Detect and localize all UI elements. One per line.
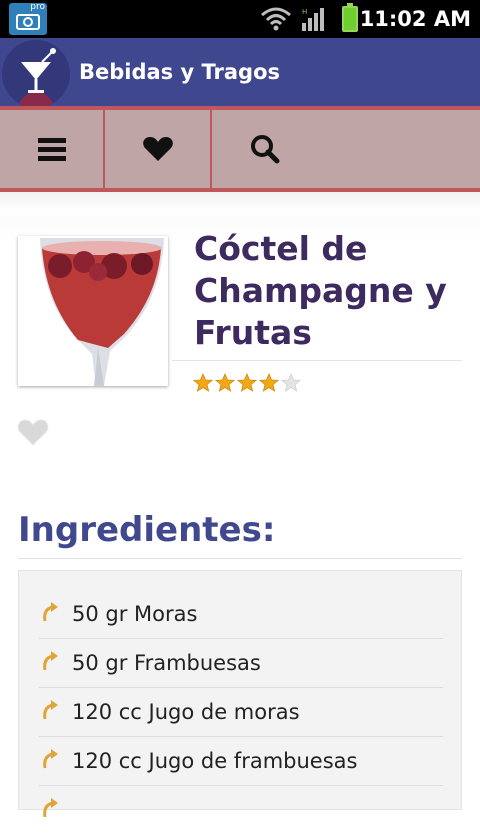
arrow-turn-icon (43, 798, 58, 818)
wifi-icon (261, 7, 291, 31)
ingredients-heading: Ingredientes: (18, 510, 276, 550)
star-filled-icon[interactable] (215, 373, 235, 393)
champagne-glass-icon (18, 236, 168, 386)
favorites-button[interactable] (105, 110, 212, 188)
recipe-photo (18, 236, 168, 386)
signal-icon: H (302, 8, 324, 31)
battery-icon (342, 3, 358, 32)
svg-text:H: H (302, 8, 307, 16)
list-item (39, 785, 443, 835)
search-icon (251, 135, 280, 164)
star-filled-icon[interactable] (259, 373, 279, 393)
star-filled-icon[interactable] (237, 373, 257, 393)
ingredient-text: 120 cc Jugo de frambuesas (72, 749, 358, 773)
star-empty-icon[interactable] (281, 373, 301, 393)
status-time: 11:02 AM (359, 7, 471, 31)
arrow-turn-icon (43, 749, 58, 769)
arrow-turn-icon (43, 651, 58, 671)
arrow-turn-icon (43, 700, 58, 720)
favorite-toggle[interactable] (17, 418, 49, 450)
rating-stars[interactable] (193, 373, 301, 393)
list-item: 50 gr Moras (39, 589, 443, 639)
action-bar: Bebidas y Tragos (0, 38, 480, 108)
status-bar: pro H 11:02 AM (0, 0, 480, 38)
arrow-turn-icon (43, 602, 58, 622)
camera-pro-badge: pro (30, 2, 45, 12)
list-item: 120 cc Jugo de frambuesas (39, 736, 443, 786)
ingredient-text: 120 cc Jugo de moras (72, 700, 300, 724)
search-button[interactable] (212, 110, 318, 188)
ingredient-text: 50 gr Moras (72, 602, 198, 626)
title-divider (172, 360, 462, 361)
ingredients-divider (18, 558, 462, 559)
toolbar (0, 106, 480, 192)
list-item: 50 gr Frambuesas (39, 638, 443, 688)
star-filled-icon[interactable] (193, 373, 213, 393)
ingredient-text: 50 gr Frambuesas (72, 651, 261, 675)
heart-icon (142, 137, 173, 161)
menu-icon (37, 138, 66, 161)
recipe-title: Cóctel de Champagne y Frutas (194, 229, 447, 352)
app-title: Bebidas y Tragos (79, 60, 280, 84)
heart-outline-icon (17, 419, 49, 446)
list-item: 120 cc Jugo de moras (39, 687, 443, 737)
camera-pro-icon: pro (9, 2, 47, 35)
ingredients-list: 50 gr Moras 50 gr Frambuesas 120 cc Jugo… (18, 570, 462, 818)
cocktail-icon (18, 48, 56, 108)
menu-button[interactable] (0, 110, 105, 188)
app-logo[interactable] (2, 40, 70, 108)
